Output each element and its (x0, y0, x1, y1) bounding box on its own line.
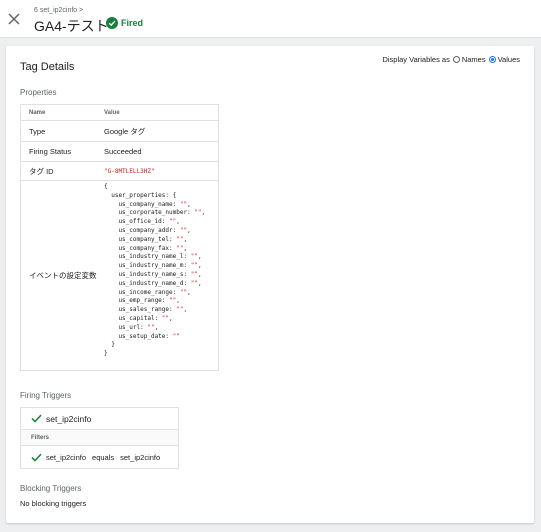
status-text: Fired (121, 18, 144, 28)
property-name: イベントの設定変数 (29, 271, 97, 280)
no-blocking-triggers-text: No blocking triggers (20, 499, 87, 508)
close-icon[interactable] (7, 12, 21, 26)
page-title: GA4-テスト (34, 18, 109, 34)
table-row: Type Google タグ (21, 120, 218, 141)
property-name: タグ ID (29, 166, 54, 176)
names-radio[interactable] (452, 56, 460, 63)
property-name: Type (29, 126, 46, 136)
filter-variable: set_ip2cinfo (46, 452, 87, 462)
tag-details-title: Tag Details (20, 61, 75, 73)
top-bar: 6 set_ip2cinfo > GA4-テスト Fired (0, 0, 541, 38)
trigger-name: set_ip2cinfo (46, 413, 92, 424)
firing-trigger-card: set_ip2cinfo Filters set_ip2cinfo equals… (20, 407, 179, 469)
table-row: タグ ID "G-8MTLELL3HZ" (21, 161, 218, 180)
filters-label: Filters (21, 430, 178, 446)
table-row: Firing Status Succeeded (21, 141, 218, 161)
properties-label: Properties (20, 88, 57, 97)
column-header-name: Name (29, 109, 46, 116)
filter-value: set_ip2cinfo (120, 452, 161, 462)
status-badge: Fired (106, 17, 143, 29)
check-icon (31, 414, 42, 423)
event-settings-code: { user_properties: { us_company_name: ""… (104, 183, 206, 358)
names-radio-label[interactable]: Names (462, 55, 486, 64)
property-value: { user_properties: { us_company_name: ""… (104, 181, 218, 370)
table-row: イベントの設定変数 { user_properties: { us_compan… (21, 180, 218, 370)
firing-triggers-label: Firing Triggers (20, 391, 72, 400)
tag-details-card: Display Variables as Names Values Tag De… (6, 46, 534, 523)
filter-operator: equals (92, 452, 115, 462)
property-value: Succeeded (104, 147, 142, 156)
properties-table: Name Value Type Google タグ Firing Status … (20, 104, 219, 371)
filter-row: set_ip2cinfo equals set_ip2cinfo (21, 446, 178, 468)
display-variables-toggle: Display Variables as Names Values (382, 55, 520, 64)
blocking-triggers-label: Blocking Triggers (20, 484, 82, 493)
property-name: Firing Status (29, 147, 72, 156)
values-radio[interactable] (488, 56, 496, 63)
property-value: Google タグ (104, 126, 146, 136)
trigger-item[interactable]: set_ip2cinfo (21, 408, 178, 430)
display-variables-label: Display Variables as (382, 55, 450, 64)
table-header: Name Value (21, 105, 218, 120)
column-header-value: Value (104, 109, 120, 116)
values-radio-label[interactable]: Values (498, 55, 520, 64)
property-value: "G-8MTLELL3HZ" (104, 167, 155, 175)
check-circle-icon (106, 17, 118, 29)
check-icon (31, 453, 42, 462)
breadcrumb[interactable]: 6 set_ip2cinfo > (34, 7, 83, 14)
